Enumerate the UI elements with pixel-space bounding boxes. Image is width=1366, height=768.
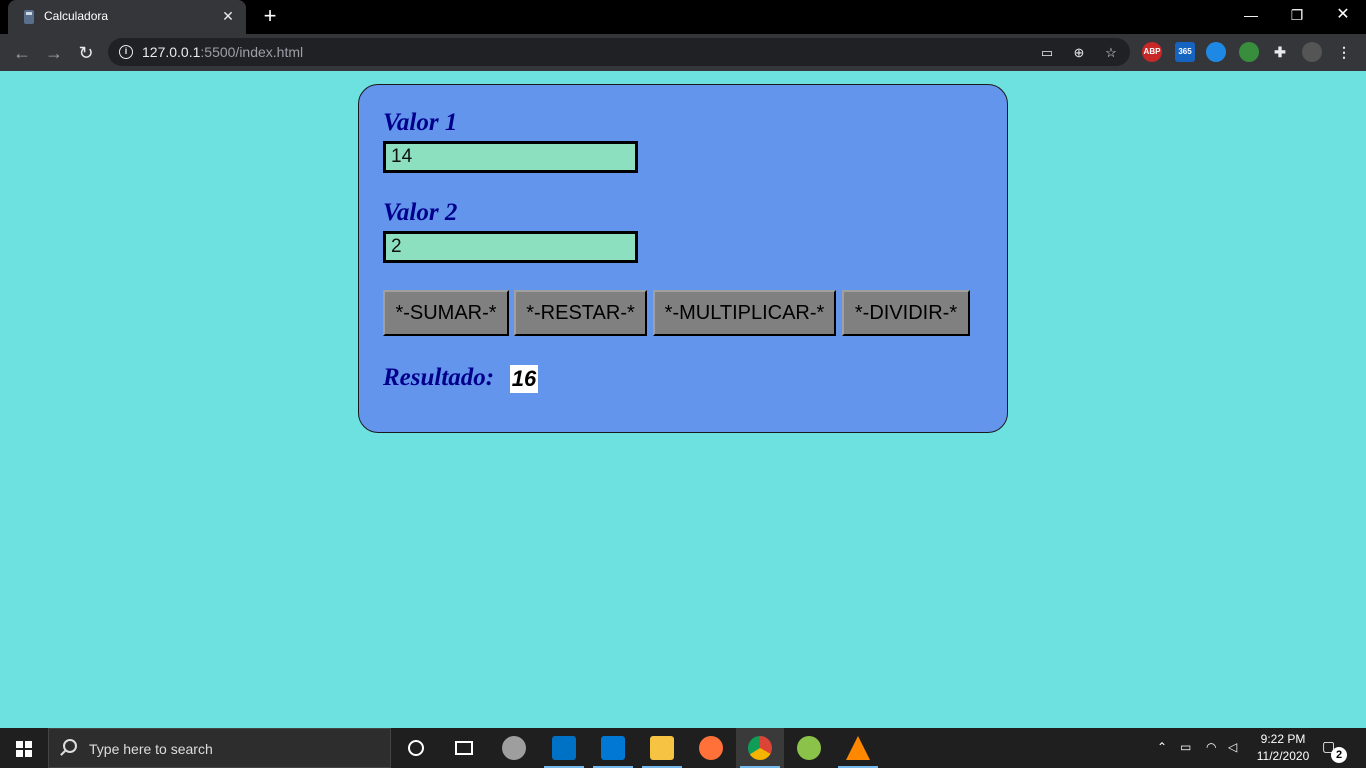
start-button[interactable] bbox=[0, 728, 48, 768]
bookmark-star-icon[interactable]: ☆ bbox=[1102, 44, 1120, 62]
battery-icon[interactable]: ▭ bbox=[1180, 740, 1191, 754]
browser-tab[interactable]: Calculadora ✕ bbox=[8, 0, 246, 34]
result-label: Resultado: bbox=[383, 364, 495, 391]
taskbar-clock[interactable]: 9:22 PM 11/2/2020 bbox=[1252, 731, 1314, 765]
calculator-card: Valor 1 Valor 2 *-SUMAR-* *-RESTAR-* *-M… bbox=[358, 84, 1008, 433]
profile-avatar-icon[interactable] bbox=[1302, 42, 1322, 62]
tab-title: Calculadora bbox=[44, 9, 109, 23]
extensions-puzzle-icon[interactable]: ✚ bbox=[1270, 42, 1290, 62]
url-text: 127.0.0.1:5500/index.html bbox=[142, 44, 303, 60]
adblock-plus-icon[interactable]: ABP bbox=[1142, 42, 1162, 62]
firefox-icon[interactable] bbox=[687, 728, 735, 768]
search-icon bbox=[63, 739, 77, 753]
multiplicar-button[interactable]: *-MULTIPLICAR-* bbox=[653, 290, 836, 336]
url-host: 127.0.0.1 bbox=[142, 44, 201, 60]
zoom-icon[interactable]: ⊕ bbox=[1070, 44, 1088, 62]
outlook-icon[interactable] bbox=[540, 728, 588, 768]
disk-app-icon[interactable] bbox=[490, 728, 538, 768]
forward-arrow-icon[interactable]: → bbox=[41, 40, 67, 66]
cast-icon[interactable]: ▭ bbox=[1038, 44, 1056, 62]
reload-icon[interactable]: ↻ bbox=[73, 40, 99, 66]
search-placeholder: Type here to search bbox=[89, 741, 213, 757]
restar-button[interactable]: *-RESTAR-* bbox=[514, 290, 647, 336]
show-hidden-icons-icon[interactable]: ⌃ bbox=[1157, 740, 1167, 754]
result-value: 16 bbox=[510, 365, 538, 393]
new-tab-button[interactable]: + bbox=[258, 5, 282, 29]
url-path: :5500/index.html bbox=[200, 44, 304, 60]
wifi-icon[interactable]: ◠ bbox=[1206, 740, 1216, 754]
minimize-button[interactable]: — bbox=[1228, 0, 1274, 30]
task-view-icon[interactable] bbox=[440, 728, 488, 768]
taskbar-search-box[interactable]: Type here to search bbox=[48, 728, 391, 768]
address-bar[interactable]: i 127.0.0.1:5500/index.html ▭ ⊕ ☆ bbox=[108, 38, 1130, 66]
office-365-icon[interactable]: 365 bbox=[1175, 42, 1195, 62]
translate-extension-icon[interactable] bbox=[1239, 42, 1259, 62]
cortana-icon[interactable] bbox=[392, 728, 440, 768]
browser-toolbar: ← → ↻ i 127.0.0.1:5500/index.html ▭ ⊕ ☆ … bbox=[0, 34, 1366, 71]
sumar-button[interactable]: *-SUMAR-* bbox=[383, 290, 509, 336]
volume-icon[interactable]: ◁ bbox=[1228, 740, 1237, 754]
calculator-favicon-icon bbox=[24, 10, 34, 24]
valor2-input[interactable] bbox=[383, 231, 638, 263]
valor1-label: Valor 1 bbox=[383, 109, 458, 136]
valor1-input[interactable] bbox=[383, 141, 638, 173]
notification-count-badge: 2 bbox=[1331, 747, 1347, 763]
chrome-icon[interactable] bbox=[736, 728, 784, 768]
windows-taskbar: Type here to search ⌃ ▭ ◠ ◁ 9:22 PM 11/2… bbox=[0, 728, 1366, 768]
windows-logo-icon bbox=[16, 741, 32, 757]
restore-button[interactable]: ❐ bbox=[1274, 0, 1320, 30]
valor2-label: Valor 2 bbox=[383, 199, 458, 226]
dividir-button[interactable]: *-DIVIDIR-* bbox=[842, 290, 970, 336]
back-arrow-icon[interactable]: ← bbox=[9, 40, 35, 66]
site-info-icon[interactable]: i bbox=[119, 45, 133, 59]
browser-tab-bar: Calculadora ✕ + — ❐ ✕ bbox=[0, 0, 1366, 34]
tab-close-icon[interactable]: ✕ bbox=[218, 6, 238, 26]
clock-date: 11/2/2020 bbox=[1256, 749, 1310, 763]
translator-app-icon[interactable] bbox=[785, 728, 833, 768]
file-explorer-icon[interactable] bbox=[638, 728, 686, 768]
menu-kebab-icon[interactable]: ⋮ bbox=[1334, 42, 1354, 62]
lens-extension-icon[interactable] bbox=[1206, 42, 1226, 62]
vscode-icon[interactable] bbox=[589, 728, 637, 768]
clock-time: 9:22 PM bbox=[1260, 732, 1306, 746]
vlc-icon[interactable] bbox=[834, 728, 882, 768]
close-window-button[interactable]: ✕ bbox=[1320, 0, 1366, 30]
